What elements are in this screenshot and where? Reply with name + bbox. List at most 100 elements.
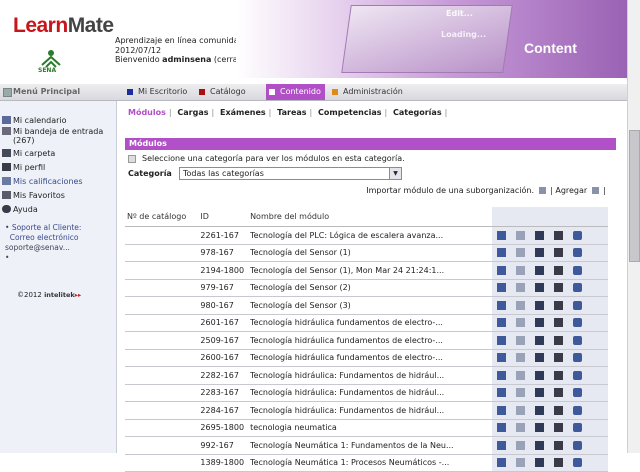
preview-icon[interactable]: [573, 458, 583, 468]
sidebar-item-help[interactable]: Ayuda: [2, 205, 113, 214]
module-name-link[interactable]: Tecnología hidráulica fundamentos de ele…: [248, 314, 493, 332]
module-name-link[interactable]: Tecnología del Sensor (1): [248, 244, 493, 262]
trash-icon[interactable]: [554, 458, 564, 468]
sidebar-item-grades[interactable]: Mis calificaciones: [2, 177, 113, 186]
copy-icon[interactable]: [535, 300, 545, 310]
launch-icon[interactable]: [497, 388, 507, 398]
preview-icon[interactable]: [573, 265, 583, 275]
category-select[interactable]: Todas las categorías ▼: [179, 167, 402, 180]
support-email-link[interactable]: soporte@senav...: [5, 243, 81, 253]
copy-icon[interactable]: [535, 458, 545, 468]
edit-icon[interactable]: [516, 405, 526, 415]
launch-icon[interactable]: [497, 265, 507, 275]
edit-icon[interactable]: [516, 283, 526, 293]
preview-icon[interactable]: [573, 335, 583, 345]
subnav-categorias[interactable]: Categorías: [393, 108, 442, 117]
launch-icon[interactable]: [497, 283, 507, 293]
chevron-down-icon[interactable]: ▼: [389, 168, 401, 179]
module-name-link[interactable]: Tecnología Neumática 1: Fundamentos de l…: [248, 436, 493, 455]
subnav-cargas[interactable]: Cargas: [177, 108, 208, 117]
edit-icon[interactable]: [516, 300, 526, 310]
subnav-competencias[interactable]: Competencias: [318, 108, 381, 117]
edit-icon[interactable]: [516, 458, 526, 468]
trash-icon[interactable]: [554, 353, 564, 363]
preview-icon[interactable]: [573, 440, 583, 450]
sidebar-item-calendar[interactable]: Mi calendario: [2, 116, 113, 125]
trash-icon[interactable]: [554, 283, 564, 293]
trash-icon[interactable]: [554, 335, 564, 345]
preview-icon[interactable]: [573, 370, 583, 380]
trash-icon[interactable]: [554, 230, 564, 240]
tab-mi-escritorio[interactable]: Mi Escritorio: [124, 84, 191, 100]
copy-icon[interactable]: [535, 283, 545, 293]
copy-icon[interactable]: [535, 388, 545, 398]
launch-icon[interactable]: [497, 300, 507, 310]
module-name-link[interactable]: Tecnología hidráulica fundamentos de ele…: [248, 349, 493, 367]
copy-icon[interactable]: [535, 405, 545, 415]
edit-icon[interactable]: [516, 230, 526, 240]
launch-icon[interactable]: [497, 318, 507, 328]
preview-icon[interactable]: [573, 300, 583, 310]
col-catalog-header[interactable]: Nº de catálogo: [125, 207, 199, 227]
copy-icon[interactable]: [535, 423, 545, 433]
sidebar-item-folder[interactable]: Mi carpeta: [2, 149, 113, 158]
launch-icon[interactable]: [497, 248, 507, 258]
trash-icon[interactable]: [554, 265, 564, 275]
trash-icon[interactable]: [554, 423, 564, 433]
launch-icon[interactable]: [497, 440, 507, 450]
edit-icon[interactable]: [516, 370, 526, 380]
launch-icon[interactable]: [497, 230, 507, 240]
module-name-link[interactable]: Tecnología del Sensor (2): [248, 279, 493, 297]
edit-icon[interactable]: [516, 335, 526, 345]
launch-icon[interactable]: [497, 370, 507, 380]
subnav-modulos[interactable]: Módulos: [128, 108, 166, 117]
edit-icon[interactable]: [516, 318, 526, 328]
trash-icon[interactable]: [554, 388, 564, 398]
col-name-header[interactable]: Nombre del módulo: [248, 207, 493, 227]
menu-icon[interactable]: [3, 88, 12, 97]
edit-icon[interactable]: [516, 423, 526, 433]
module-name-link[interactable]: tecnologia neumatica: [248, 419, 493, 437]
sidebar-item-profile[interactable]: Mi perfil: [2, 163, 113, 172]
preview-icon[interactable]: [573, 388, 583, 398]
trash-icon[interactable]: [554, 405, 564, 415]
launch-icon[interactable]: [497, 458, 507, 468]
copy-icon[interactable]: [535, 230, 545, 240]
preview-icon[interactable]: [573, 248, 583, 258]
edit-icon[interactable]: [516, 440, 526, 450]
trash-icon[interactable]: [554, 300, 564, 310]
col-id-header[interactable]: ID: [198, 207, 249, 227]
add-module-link[interactable]: Agregar: [555, 186, 587, 195]
copy-icon[interactable]: [535, 353, 545, 363]
module-name-link[interactable]: Tecnología hidráulica: Fundamentos de hi…: [248, 401, 493, 420]
launch-icon[interactable]: [497, 353, 507, 363]
copy-icon[interactable]: [535, 265, 545, 275]
preview-icon[interactable]: [573, 230, 583, 240]
edit-icon[interactable]: [516, 388, 526, 398]
preview-icon[interactable]: [573, 423, 583, 433]
module-name-link[interactable]: Tecnología del Sensor (3): [248, 296, 493, 315]
subnav-tareas[interactable]: Tareas: [277, 108, 306, 117]
copy-icon[interactable]: [535, 248, 545, 258]
launch-icon[interactable]: [497, 335, 507, 345]
tab-contenido[interactable]: Contenido: [266, 84, 325, 100]
preview-icon[interactable]: [573, 283, 583, 293]
trash-icon[interactable]: [554, 318, 564, 328]
page-scrollbar[interactable]: [627, 0, 640, 453]
learnmate-logo[interactable]: LearnMate: [13, 14, 114, 38]
module-name-link[interactable]: Tecnología del Sensor (1), Mon Mar 24 21…: [248, 261, 493, 280]
subnav-examenes[interactable]: Exámenes: [220, 108, 266, 117]
preview-icon[interactable]: [573, 405, 583, 415]
tab-administracion[interactable]: Administración: [329, 84, 407, 100]
module-name-link[interactable]: Tecnología Neumática 1: Procesos Neumáti…: [248, 454, 493, 472]
trash-icon[interactable]: [554, 440, 564, 450]
copy-icon[interactable]: [535, 318, 545, 328]
edit-icon[interactable]: [516, 353, 526, 363]
tab-catalogo[interactable]: Catálogo: [196, 84, 250, 100]
copy-icon[interactable]: [535, 370, 545, 380]
copy-icon[interactable]: [535, 440, 545, 450]
sidebar-item-favorites[interactable]: Mis Favoritos: [2, 191, 113, 200]
scrollbar-thumb[interactable]: [629, 130, 640, 262]
preview-icon[interactable]: [573, 318, 583, 328]
trash-icon[interactable]: [554, 370, 564, 380]
